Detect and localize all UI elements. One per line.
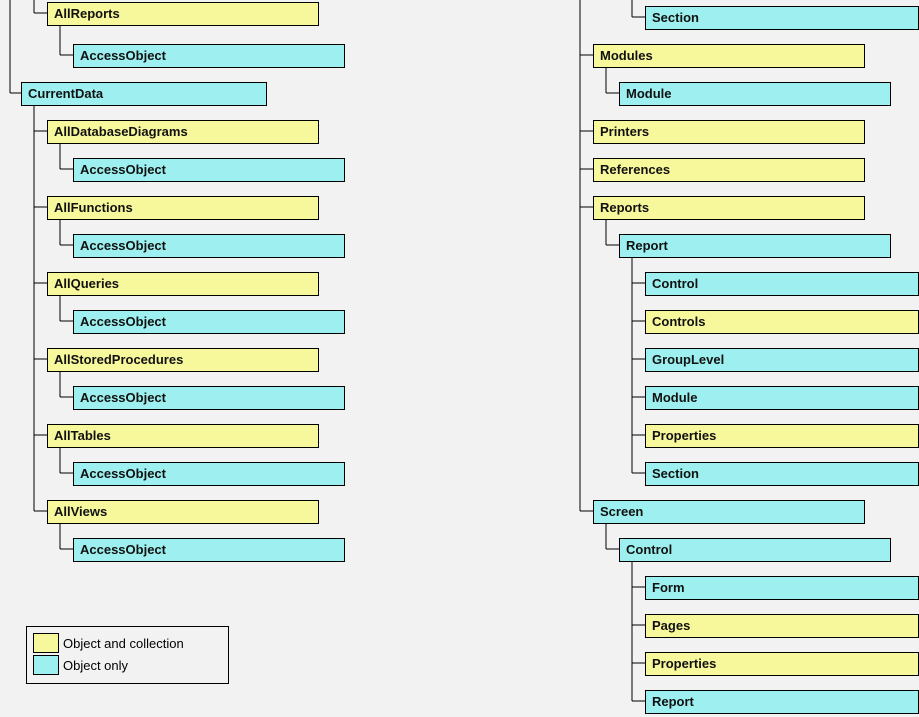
legend-swatch-object: [33, 655, 59, 675]
node-all-tables: AllTables: [47, 424, 319, 448]
legend-label-collection: Object and collection: [63, 636, 184, 651]
node-modules: Modules: [593, 44, 865, 68]
node-screen-form: Form: [645, 576, 919, 600]
node-reports: Reports: [593, 196, 865, 220]
node-reports-controls: Controls: [645, 310, 919, 334]
node-section-top: Section: [645, 6, 919, 30]
node-screen-pages: Pages: [645, 614, 919, 638]
node-modules-module: Module: [619, 82, 891, 106]
node-screen-properties: Properties: [645, 652, 919, 676]
node-all-reports-accessobject: AccessObject: [73, 44, 345, 68]
node-all-tables-child: AccessObject: [73, 462, 345, 486]
node-reports-section: Section: [645, 462, 919, 486]
node-all-database-diagrams: AllDatabaseDiagrams: [47, 120, 319, 144]
legend-label-object: Object only: [63, 658, 128, 673]
node-all-views: AllViews: [47, 500, 319, 524]
node-screen: Screen: [593, 500, 865, 524]
legend-swatch-collection: [33, 633, 59, 653]
node-all-database-diagrams-child: AccessObject: [73, 158, 345, 182]
node-current-data: CurrentData: [21, 82, 267, 106]
node-all-views-child: AccessObject: [73, 538, 345, 562]
legend: Object and collection Object only: [26, 626, 229, 684]
node-all-functions: AllFunctions: [47, 196, 319, 220]
node-all-stored-procedures-child: AccessObject: [73, 386, 345, 410]
node-reports-properties: Properties: [645, 424, 919, 448]
node-reports-module: Module: [645, 386, 919, 410]
node-all-stored-procedures: AllStoredProcedures: [47, 348, 319, 372]
node-all-reports: AllReports: [47, 2, 319, 26]
node-printers: Printers: [593, 120, 865, 144]
node-reports-control: Control: [645, 272, 919, 296]
node-all-queries: AllQueries: [47, 272, 319, 296]
node-screen-report: Report: [645, 690, 919, 714]
node-references: References: [593, 158, 865, 182]
node-screen-control: Control: [619, 538, 891, 562]
node-all-queries-child: AccessObject: [73, 310, 345, 334]
node-reports-report: Report: [619, 234, 891, 258]
node-all-functions-child: AccessObject: [73, 234, 345, 258]
node-reports-grouplevel: GroupLevel: [645, 348, 919, 372]
